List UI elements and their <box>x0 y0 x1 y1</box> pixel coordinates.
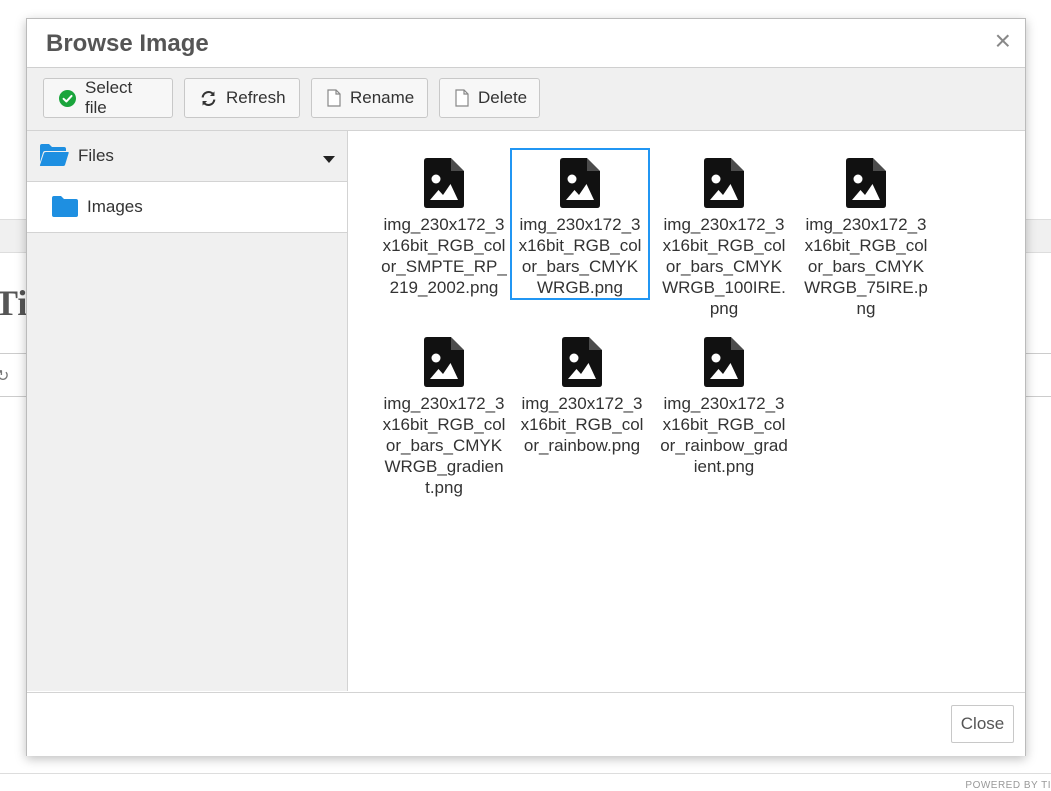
close-icon[interactable]: × <box>995 27 1011 55</box>
select-file-label: Select file <box>85 78 133 117</box>
file-outline-icon <box>455 89 469 107</box>
file-item[interactable]: img_230x172_3x16bit_RGB_color_rainbow.pn… <box>512 327 652 458</box>
file-name: img_230x172_3x16bit_RGB_color_bars_CMYKW… <box>518 215 642 297</box>
file-grid: img_230x172_3x16bit_RGB_color_SMPTE_RP_2… <box>348 131 1025 691</box>
dialog-toolbar: Select file Refresh Rename Delete <box>27 68 1025 131</box>
file-item[interactable]: img_230x172_3x16bit_RGB_color_bars_CMYKW… <box>374 327 514 500</box>
close-button[interactable]: Close <box>951 705 1014 743</box>
dialog-footer: Close <box>27 692 1025 756</box>
refresh-label: Refresh <box>226 88 286 107</box>
file-name: img_230x172_3x16bit_RGB_color_bars_CMYKW… <box>804 215 928 318</box>
delete-label: Delete <box>478 88 528 107</box>
image-file-icon <box>424 337 464 387</box>
file-name: img_230x172_3x16bit_RGB_color_bars_CMYKW… <box>662 215 786 318</box>
image-file-icon <box>704 158 744 208</box>
file-item[interactable]: img_230x172_3x16bit_RGB_color_bars_CMYKW… <box>510 148 650 300</box>
sidebar-files-label: Files <box>78 146 114 165</box>
sidebar-item-files[interactable]: Files <box>27 131 347 182</box>
file-outline-icon <box>327 89 341 107</box>
folder-open-icon <box>39 143 69 172</box>
sidebar-item-images[interactable]: Images <box>27 182 347 233</box>
file-name: img_230x172_3x16bit_RGB_color_rainbow_gr… <box>660 394 788 476</box>
select-file-button[interactable]: Select file <box>43 78 173 118</box>
file-name: img_230x172_3x16bit_RGB_color_bars_CMYKW… <box>382 394 506 497</box>
file-item[interactable]: img_230x172_3x16bit_RGB_color_SMPTE_RP_2… <box>374 148 514 300</box>
folder-sidebar: Files Images <box>27 131 348 691</box>
refresh-button[interactable]: Refresh <box>184 78 300 118</box>
file-name: img_230x172_3x16bit_RGB_color_rainbow.pn… <box>520 394 644 455</box>
rename-label: Rename <box>350 88 415 107</box>
image-file-icon <box>562 337 602 387</box>
rename-button[interactable]: Rename <box>311 78 428 118</box>
image-file-icon <box>424 158 464 208</box>
folder-icon <box>52 195 78 222</box>
background-footer-divider <box>0 773 1051 774</box>
sidebar-images-label: Images <box>87 197 143 216</box>
file-item[interactable]: img_230x172_3x16bit_RGB_color_bars_CMYKW… <box>796 148 936 321</box>
background-heading: Ti <box>0 283 28 323</box>
file-name: img_230x172_3x16bit_RGB_color_SMPTE_RP_2… <box>381 215 507 297</box>
check-circle-icon <box>59 89 76 107</box>
caret-down-icon[interactable] <box>323 151 335 169</box>
dialog-header: Browse Image × <box>27 19 1025 68</box>
image-file-icon <box>846 158 886 208</box>
image-file-icon <box>704 337 744 387</box>
file-item[interactable]: img_230x172_3x16bit_RGB_color_bars_CMYKW… <box>654 148 794 321</box>
delete-button[interactable]: Delete <box>439 78 540 118</box>
background-glyph: ↻ <box>0 368 10 385</box>
dialog-title: Browse Image <box>46 30 209 57</box>
browse-image-dialog: Browse Image × Select file Refresh Renam… <box>26 18 1026 756</box>
refresh-icon <box>200 90 217 107</box>
image-file-icon <box>560 158 600 208</box>
background-footer-text: POWERED BY TI <box>965 780 1051 791</box>
file-item[interactable]: img_230x172_3x16bit_RGB_color_rainbow_gr… <box>654 327 794 479</box>
